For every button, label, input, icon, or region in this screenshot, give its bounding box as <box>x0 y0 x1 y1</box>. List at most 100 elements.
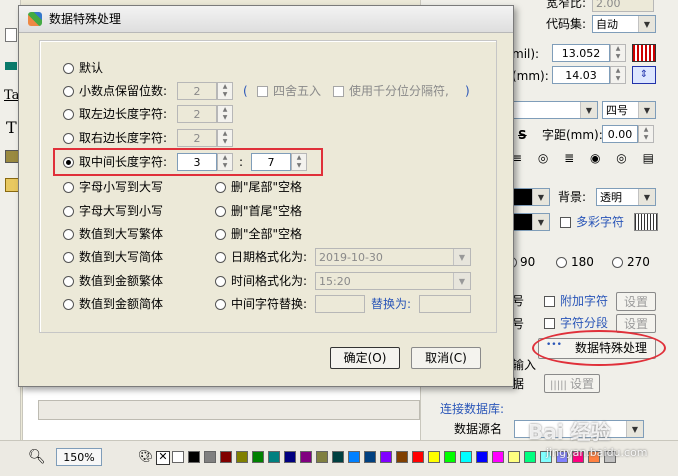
num-big-trad-radio[interactable] <box>63 229 74 240</box>
color-swatch[interactable] <box>380 451 392 463</box>
num-amount-simp-radio[interactable] <box>63 299 74 310</box>
upper-to-lower-radio[interactable] <box>63 206 74 217</box>
color-swatch[interactable] <box>508 451 520 463</box>
font-size-select[interactable]: 四号 ▼ <box>602 101 656 119</box>
resize-icon[interactable]: ⇕ <box>632 66 656 84</box>
horizontal-scrollbar[interactable] <box>38 400 420 420</box>
chevron-down-icon[interactable]: ▼ <box>532 189 549 205</box>
right-chars-field[interactable]: 2 <box>177 129 217 147</box>
zoom-icon[interactable]: 🔍︎ <box>28 449 46 465</box>
color-swatch[interactable] <box>348 451 360 463</box>
color-swatch[interactable] <box>460 451 472 463</box>
char-segment-checkbox[interactable] <box>544 318 555 329</box>
color-swatch[interactable] <box>252 451 264 463</box>
mm-field[interactable]: 14.03 <box>552 66 610 84</box>
barcode-icon[interactable] <box>632 44 656 62</box>
special-processing-dialog: 数据特殊处理 默认 小数点保留位数: 2 ▲ ▼ ( 四舍五入 使用千分位分隔符,… <box>18 5 514 387</box>
date-format-select[interactable]: 2019-10-30 ▼ <box>315 248 471 266</box>
color-swatch[interactable] <box>268 451 280 463</box>
chevron-down-icon[interactable]: ▼ <box>580 102 597 118</box>
left-chars-radio[interactable] <box>63 109 74 120</box>
rotate-180-radio[interactable] <box>556 257 567 268</box>
round-checkbox[interactable] <box>257 86 268 97</box>
chevron-down-icon[interactable]: ▼ <box>638 189 655 205</box>
num-amount-trad-radio[interactable] <box>63 276 74 287</box>
cancel-button[interactable]: 取消(C) <box>411 347 481 369</box>
del-all-radio[interactable] <box>215 229 226 240</box>
right-chars-spinner[interactable]: ▲ ▼ <box>217 129 233 147</box>
time-format-radio[interactable] <box>215 276 226 287</box>
chevron-down-icon[interactable]: ▼ <box>638 16 655 32</box>
left-chars-field[interactable]: 2 <box>177 105 217 123</box>
dialog-titlebar[interactable]: 数据特殊处理 <box>19 6 513 33</box>
char-spacing-spinner[interactable]: ▲ ▼ <box>638 125 654 143</box>
left-chars-spinner[interactable]: ▲ ▼ <box>217 105 233 123</box>
thousands-label: 使用千分位分隔符, <box>349 84 449 98</box>
mil-field[interactable]: 13.052 <box>552 44 610 62</box>
background-select[interactable]: 透明 ▼ <box>596 188 656 206</box>
date-format-radio[interactable] <box>215 252 226 263</box>
zoom-field[interactable]: 150% <box>56 448 102 466</box>
color-swatch[interactable] <box>284 451 296 463</box>
color-swatch[interactable] <box>236 451 248 463</box>
chevron-down-icon[interactable]: ▼ <box>453 249 470 265</box>
tool-image-icon[interactable] <box>5 150 19 163</box>
multicolor-icon[interactable] <box>634 213 658 231</box>
chevron-down-icon[interactable]: ▼ <box>626 421 643 437</box>
replace-with-field[interactable] <box>419 295 471 313</box>
palette-icon[interactable]: 🎨︎ <box>138 449 153 463</box>
tool-text2-icon[interactable]: T <box>6 118 17 137</box>
num-big-simp-radio[interactable] <box>63 252 74 263</box>
time-format-select[interactable]: 15:20 ▼ <box>315 272 471 290</box>
decimal-spinner[interactable]: ▲ ▼ <box>217 82 233 100</box>
ok-button[interactable]: 确定(O) <box>330 347 400 369</box>
append-char-checkbox[interactable] <box>544 296 555 307</box>
color-swatch[interactable] <box>300 451 312 463</box>
decimal-field[interactable]: 2 <box>177 82 217 100</box>
color-swatch[interactable] <box>428 451 440 463</box>
fg-color-select-2[interactable]: ▼ <box>512 213 550 231</box>
color-swatch[interactable] <box>220 451 232 463</box>
ratio-field[interactable]: 2.00 <box>592 0 654 12</box>
color-swatch[interactable] <box>172 451 184 463</box>
color-swatch[interactable] <box>444 451 456 463</box>
tool-bar-icon[interactable] <box>5 62 17 70</box>
color-swatch[interactable] <box>492 451 504 463</box>
color-swatch[interactable] <box>364 451 376 463</box>
fg-color-select[interactable]: ▼ <box>512 188 550 206</box>
del-head-radio[interactable] <box>215 206 226 217</box>
rotate-270-radio[interactable] <box>612 257 623 268</box>
mid-replace-field[interactable] <box>315 295 365 313</box>
thousands-checkbox[interactable] <box>333 86 344 97</box>
codeset-select[interactable]: 自动 ▼ <box>592 15 656 33</box>
append-settings-button[interactable]: 设置 <box>616 292 656 311</box>
color-swatch[interactable] <box>396 451 408 463</box>
mil-spinner[interactable]: ▲ ▼ <box>610 44 626 62</box>
char-spacing-field[interactable]: 0.00 <box>602 125 638 143</box>
strikeout-icon[interactable]: S <box>518 127 527 143</box>
barcode-settings-button[interactable]: ||||| 设置 <box>544 374 600 393</box>
lower-to-upper-radio[interactable] <box>63 182 74 193</box>
tool-table-icon[interactable] <box>5 178 19 192</box>
font-name-select[interactable]: ▼ <box>512 101 598 119</box>
color-swatch[interactable] <box>524 451 536 463</box>
chevron-down-icon[interactable]: ▼ <box>638 102 655 118</box>
color-swatch[interactable] <box>412 451 424 463</box>
right-chars-radio[interactable] <box>63 133 74 144</box>
align-icons[interactable]: ≡ ◎ ≣ ◉ ◎ ▤ <box>512 150 660 166</box>
multicolor-checkbox[interactable] <box>560 217 571 228</box>
color-swatch[interactable] <box>188 451 200 463</box>
del-tail-radio[interactable] <box>215 182 226 193</box>
mid-replace-radio[interactable] <box>215 299 226 310</box>
mm-spinner[interactable]: ▲ ▼ <box>610 66 626 84</box>
default-radio[interactable] <box>63 63 74 74</box>
color-swatch[interactable] <box>332 451 344 463</box>
color-swatch[interactable] <box>316 451 328 463</box>
decimal-radio[interactable] <box>63 86 74 97</box>
color-swatch[interactable] <box>476 451 488 463</box>
tool-page-icon[interactable] <box>5 28 17 42</box>
color-swatch[interactable] <box>204 451 216 463</box>
no-color-swatch[interactable]: ✕ <box>156 451 170 465</box>
chevron-down-icon[interactable]: ▼ <box>532 214 549 230</box>
chevron-down-icon[interactable]: ▼ <box>453 273 470 289</box>
